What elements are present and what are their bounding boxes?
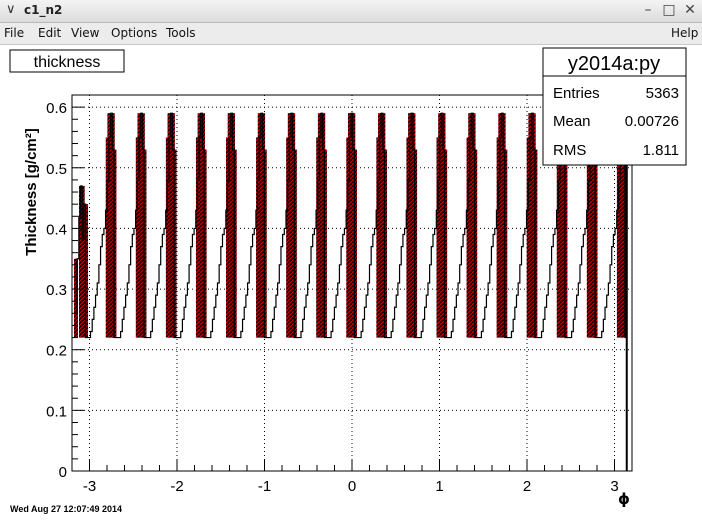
window-menu-icon[interactable]: ∨ [6, 2, 16, 17]
x-tick-label: 1 [435, 478, 443, 495]
menu-options[interactable]: Options [111, 26, 157, 40]
stats-box: y2014a:py Entries 5363 Mean 0.00726 RMS … [542, 47, 687, 166]
stats-mean-value: 0.00726 [625, 113, 679, 130]
y-tick-label: 0.1 [46, 403, 67, 420]
plot-canvas[interactable]: thickness 0 0.1 0.2 0.3 0.4 0.5 0.6 -3 -2 -1 0 1 2 3 … [0, 45, 702, 526]
chart-title: thickness [34, 54, 101, 71]
root-window: ∨ c1_n2 – □ ✕ File Edit View Options Too… [0, 0, 702, 526]
menu-edit[interactable]: Edit [38, 26, 61, 40]
maximize-icon[interactable]: □ [661, 2, 677, 18]
series-layer [74, 112, 628, 471]
menu-help[interactable]: Help [671, 26, 698, 40]
stats-mean-label: Mean [553, 113, 591, 130]
chart-svg: thickness 00.10.20.30.40.50.6-3 -2 -1 0 1 2 3 … [9, 47, 687, 508]
y-axis-label: Thickness [g/cm²] [23, 128, 40, 256]
y-tick-label: 0.4 [46, 221, 67, 238]
menu-tools[interactable]: Tools [166, 26, 196, 40]
y-tick-label: 0.3 [46, 282, 67, 299]
y-tick-label: 0.2 [46, 343, 67, 360]
window-title: c1_n2 [24, 3, 63, 17]
x-tick-label: -3 [83, 478, 96, 495]
y-tick-label: 0 [59, 464, 67, 481]
title-bar: ∨ c1_n2 – □ ✕ [0, 0, 702, 23]
stats-entries-value: 5363 [646, 85, 679, 102]
y-tick-label: 0.6 [46, 100, 67, 117]
menu-view[interactable]: View [71, 26, 99, 40]
footer-date: Wed Aug 27 12:07:49 2014 [10, 504, 123, 514]
close-icon[interactable]: ✕ [682, 2, 698, 18]
stats-name: y2014a:py [568, 53, 660, 75]
stats-entries-label: Entries [553, 85, 600, 102]
stats-rms-value: 1.811 [643, 142, 679, 159]
stats-rms-label: RMS [553, 142, 586, 159]
menu-file[interactable]: File [4, 26, 24, 40]
minimize-icon[interactable]: – [640, 2, 656, 18]
x-tick-label: -2 [170, 478, 183, 495]
menu-bar: File Edit View Options Tools Help [0, 23, 702, 45]
y-tick-label: 0.5 [46, 161, 67, 178]
x-tick-label: 2 [523, 478, 531, 495]
x-tick-label: -1 [258, 478, 271, 495]
x-axis-label: ϕ [618, 490, 630, 508]
x-tick-label: 0 [348, 478, 356, 495]
